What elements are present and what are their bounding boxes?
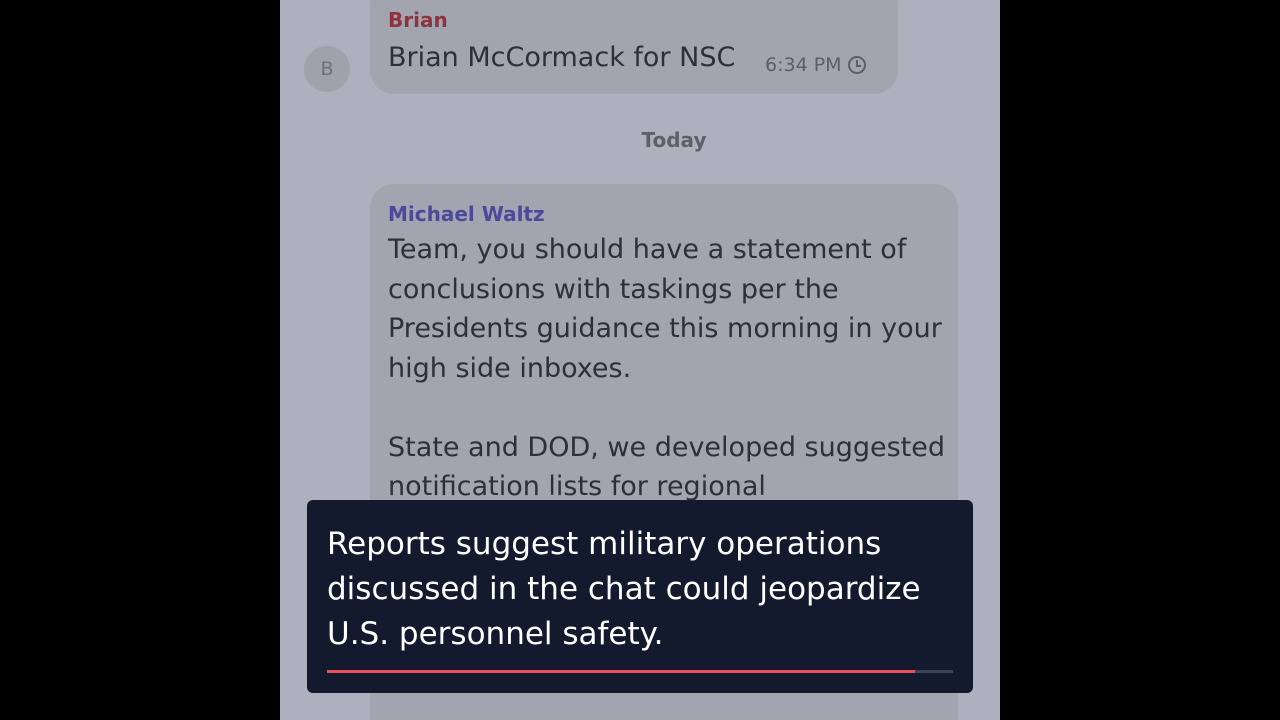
message-bubble[interactable]: Brian Brian McCormack for NSC 6:34 PM	[370, 0, 898, 94]
message-sender: Brian	[388, 8, 448, 32]
progress-bar	[327, 670, 953, 673]
caption-overlay: Reports suggest military operations disc…	[307, 500, 973, 693]
avatar-letter: B	[320, 58, 334, 80]
clock-icon	[847, 56, 866, 74]
message-text: Team, you should have a statement of con…	[388, 234, 946, 502]
message-sender: Michael Waltz	[388, 202, 545, 226]
caption-text: Reports suggest military operations disc…	[327, 526, 921, 652]
message-text: Brian McCormack for NSC	[388, 42, 736, 73]
date-separator: Today	[641, 128, 707, 152]
message-time: 6:34 PM	[765, 54, 842, 76]
progress-fill	[327, 670, 916, 673]
message-meta: 6:34 PM	[765, 54, 866, 76]
avatar[interactable]: B	[304, 46, 350, 92]
